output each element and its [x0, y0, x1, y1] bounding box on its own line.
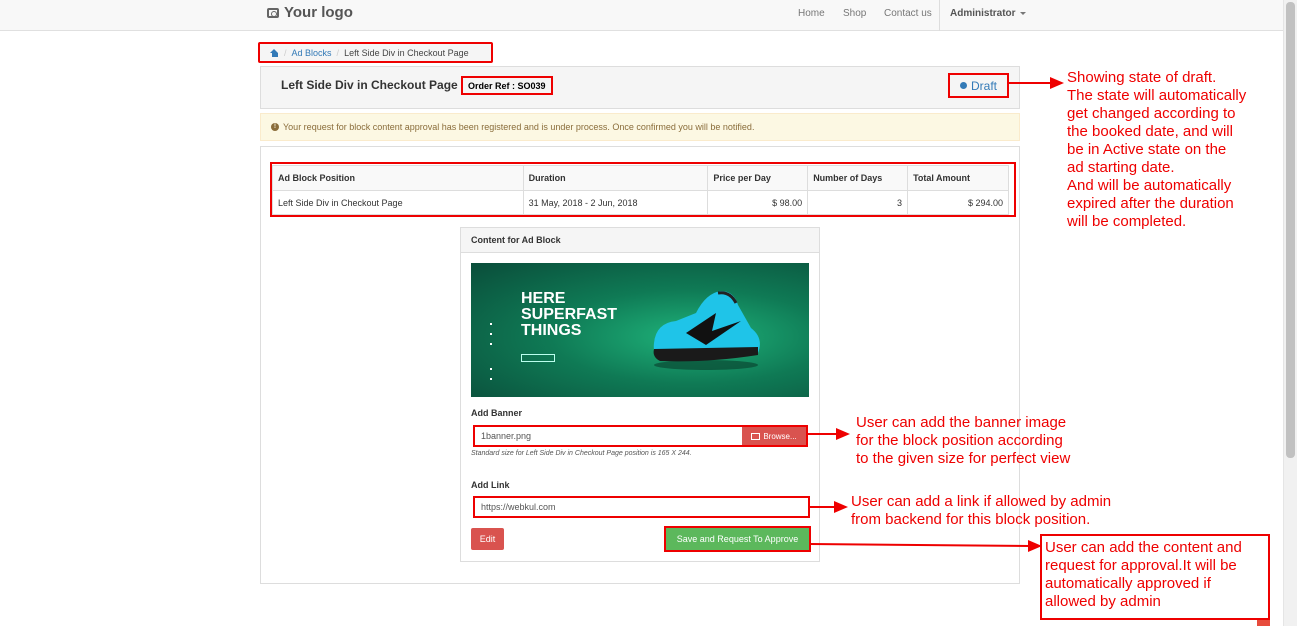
caret-down-icon — [1019, 11, 1026, 15]
annotation-line: to the given size for perfect view — [856, 450, 1071, 467]
order-ref: Order Ref : SO039 — [461, 76, 553, 95]
status-label: Draft — [970, 78, 997, 93]
logo-text: Your logo — [284, 4, 353, 21]
cell-duration: 31 May, 2018 - 2 Jun, 2018 — [522, 190, 709, 215]
banner-line: THINGS — [521, 322, 582, 339]
status-badge: Draft — [948, 73, 1009, 98]
content-card-title: Content for Ad Block — [460, 227, 820, 253]
annotation-line: ad starting date. — [1067, 159, 1175, 176]
banner-file-input[interactable]: 1banner.png Browse... — [473, 425, 808, 447]
cell-position: Left Side Div in Checkout Page — [272, 190, 524, 215]
annotation-line: be in Active state on the — [1067, 141, 1227, 158]
col-header-position: Ad Block Position — [272, 165, 524, 191]
breadcrumb: / Ad Blocks / Left Side Div in Checkout … — [258, 42, 493, 63]
col-header-total: Total Amount — [907, 165, 1009, 191]
arrow-approve — [810, 540, 1042, 552]
annotation-line: User can add a link if allowed by admin — [851, 493, 1112, 510]
nav-link-contact[interactable]: Contact us — [884, 8, 932, 19]
breadcrumb-separator: / — [284, 47, 287, 58]
banner-line: SUPERFAST — [521, 306, 618, 323]
sneaker-image — [653, 291, 760, 370]
cell-days: 3 — [807, 190, 909, 215]
link-input[interactable]: https://webkul.com — [473, 496, 810, 518]
save-request-approve-button[interactable]: Save and Request To Approve — [664, 526, 811, 552]
banner-line: HERE — [521, 290, 566, 307]
edit-button[interactable]: Edit — [471, 528, 504, 550]
nav-link-home[interactable]: Home — [798, 8, 825, 19]
annotation-line: Showing state of draft. — [1067, 69, 1217, 86]
page-title: Left Side Div in Checkout Page — [281, 78, 458, 92]
col-header-price: Price per Day — [707, 165, 809, 191]
annotation-approve: User can add the content and request for… — [1045, 539, 1242, 611]
breadcrumb-current: Left Side Div in Checkout Page — [344, 47, 469, 58]
annotation-line: the booked date, and will — [1067, 123, 1233, 140]
annotation-line: automatically approved if — [1045, 575, 1211, 592]
annotation-link: User can add a link if allowed by admin … — [851, 493, 1111, 529]
logo[interactable]: Your logo — [267, 4, 353, 21]
image-icon — [751, 432, 761, 440]
camera-icon — [267, 7, 279, 18]
scroll-corner — [1257, 620, 1270, 626]
nav-divider — [939, 0, 940, 31]
annotation-line: The state will automatically — [1067, 87, 1247, 104]
arrow-link — [808, 501, 848, 513]
banner-dots-graphic — [490, 323, 492, 380]
nav-link-shop[interactable]: Shop — [843, 8, 866, 19]
browse-button[interactable]: Browse... — [742, 427, 806, 445]
admin-dropdown[interactable]: Administrator — [950, 8, 1026, 19]
annotation-line: expired after the duration — [1067, 195, 1234, 212]
info-icon: ! — [271, 123, 279, 131]
banner-headline: HERE SUPERFAST THINGS — [521, 291, 617, 339]
ad-block-table: Ad Block Position Duration Price per Day… — [272, 165, 1009, 215]
annotation-line: will be completed. — [1067, 213, 1187, 230]
breadcrumb-separator: / — [336, 47, 340, 58]
annotation-banner: User can add the banner image for the bl… — [856, 414, 1070, 468]
banner-size-hint: Standard size for Left Side Div in Check… — [471, 450, 692, 457]
info-alert: ! Your request for block content approva… — [260, 113, 1020, 141]
breadcrumb-ad-blocks[interactable]: Ad Blocks — [292, 48, 332, 58]
add-link-label: Add Link — [471, 480, 510, 490]
add-banner-label: Add Banner — [471, 408, 523, 418]
table-row: Left Side Div in Checkout Page 31 May, 2… — [272, 190, 1009, 215]
annotation-line: User can add the content and — [1045, 539, 1242, 556]
col-header-duration: Duration — [522, 165, 709, 191]
banner-preview: HERE SUPERFAST THINGS — [471, 263, 809, 397]
annotation-line: get changed according to — [1067, 105, 1236, 122]
annotation-line: And will be automatically — [1067, 177, 1232, 194]
cell-total: $ 294.00 — [907, 190, 1009, 215]
annotation-line: for the block position according — [856, 432, 1063, 449]
arrow-draft — [1008, 77, 1064, 89]
alert-text: Your request for block content approval … — [283, 122, 755, 132]
annotation-line: from backend for this block position. — [851, 511, 1091, 528]
home-icon[interactable] — [270, 48, 279, 57]
annotation-line: User can add the banner image — [856, 414, 1067, 431]
annotation-line: allowed by admin — [1045, 593, 1161, 610]
annotation-line: request for approval.It will be — [1045, 557, 1237, 574]
file-name: 1banner.png — [481, 431, 532, 441]
navbar — [0, 0, 1283, 31]
admin-label: Administrator — [950, 8, 1016, 19]
table-header-row: Ad Block Position Duration Price per Day… — [272, 165, 1009, 191]
browse-label: Browse... — [763, 431, 797, 441]
banner-shop-button-graphic — [521, 354, 555, 362]
status-dot-icon — [959, 82, 967, 89]
col-header-days: Number of Days — [807, 165, 909, 191]
cell-price: $ 98.00 — [707, 190, 809, 215]
arrow-banner — [806, 428, 850, 440]
annotation-draft: Showing state of draft. The state will a… — [1067, 69, 1246, 231]
scrollbar-thumb[interactable] — [1286, 2, 1295, 458]
